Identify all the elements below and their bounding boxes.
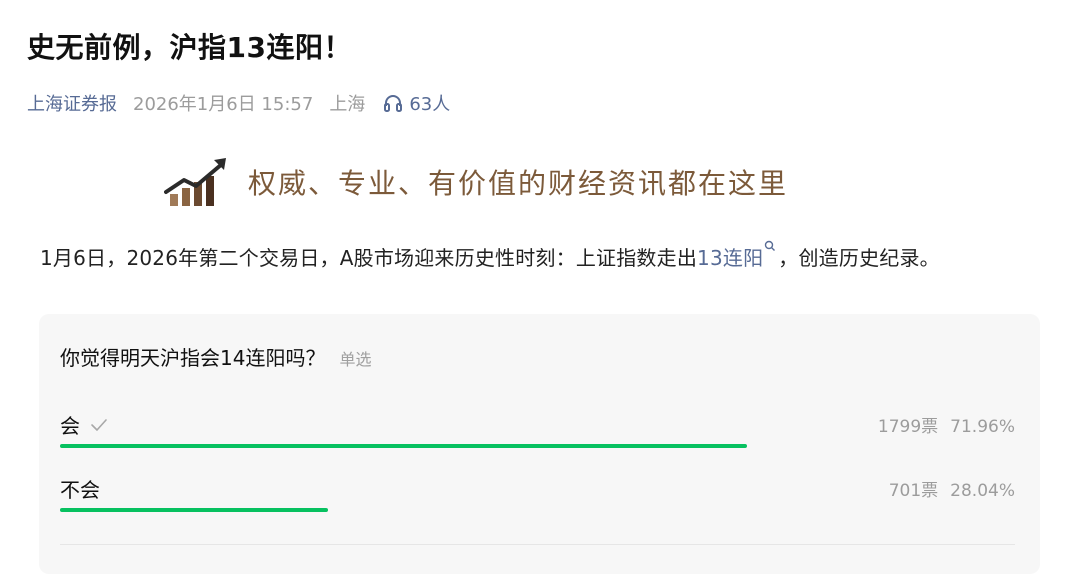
rising-chart-icon	[164, 158, 226, 206]
poll-option-stats: 1799票 71.96%	[878, 412, 1015, 437]
banner-slogan: 权威、专业、有价值的财经资讯都在这里	[248, 167, 789, 200]
publish-location: 上海	[329, 94, 366, 115]
brand-banner: 权威、专业、有价值的财经资讯都在这里	[164, 156, 788, 208]
poll-question-text: 你觉得明天沪指会14连阳吗？	[60, 346, 326, 370]
poll-card: 你觉得明天沪指会14连阳吗？ 单选 会 1799票 71.96% 不会 701票 28…	[39, 314, 1040, 574]
article-title: 史无前例，沪指13连阳！	[27, 31, 352, 64]
divider	[60, 544, 1015, 545]
check-icon	[91, 418, 107, 431]
lead-paragraph: 1月6日，2026年第二个交易日，A股市场迎来历史性时刻：上证指数走出13连阳 ，…	[40, 240, 940, 271]
article-meta: 上海证券报 2026年1月6日 15:57 上海 63人	[27, 89, 450, 117]
poll-result-bar	[60, 508, 328, 512]
poll-option-label: 会	[60, 410, 108, 439]
poll-question: 你觉得明天沪指会14连阳吗？ 单选	[60, 342, 371, 371]
source-account-link[interactable]: 上海证券报	[27, 90, 117, 116]
poll-option-stats: 701票 28.04%	[889, 476, 1015, 501]
lead-text-start: 1月6日，2026年第二个交易日，A股市场迎来历史性时刻：上证指数走出	[40, 246, 698, 270]
poll-votes: 701票	[888, 481, 939, 501]
poll-type-label: 单选	[339, 350, 372, 369]
search-keyword-link[interactable]: 13连阳	[697, 246, 763, 270]
listen-button[interactable]: 63人	[383, 90, 450, 116]
poll-percent: 28.04%	[950, 481, 1015, 501]
poll-result-bar	[60, 444, 747, 448]
lead-text-end: ，创造历史纪录。	[778, 246, 940, 270]
publish-time: 2026年1月6日 15:57	[133, 94, 314, 115]
poll-option-label: 不会	[60, 478, 100, 502]
listen-count: 63人	[409, 94, 451, 115]
poll-votes: 1799票	[877, 417, 939, 437]
headphones-icon	[384, 95, 403, 112]
search-icon[interactable]	[764, 240, 776, 252]
poll-percent: 71.96%	[950, 417, 1015, 437]
